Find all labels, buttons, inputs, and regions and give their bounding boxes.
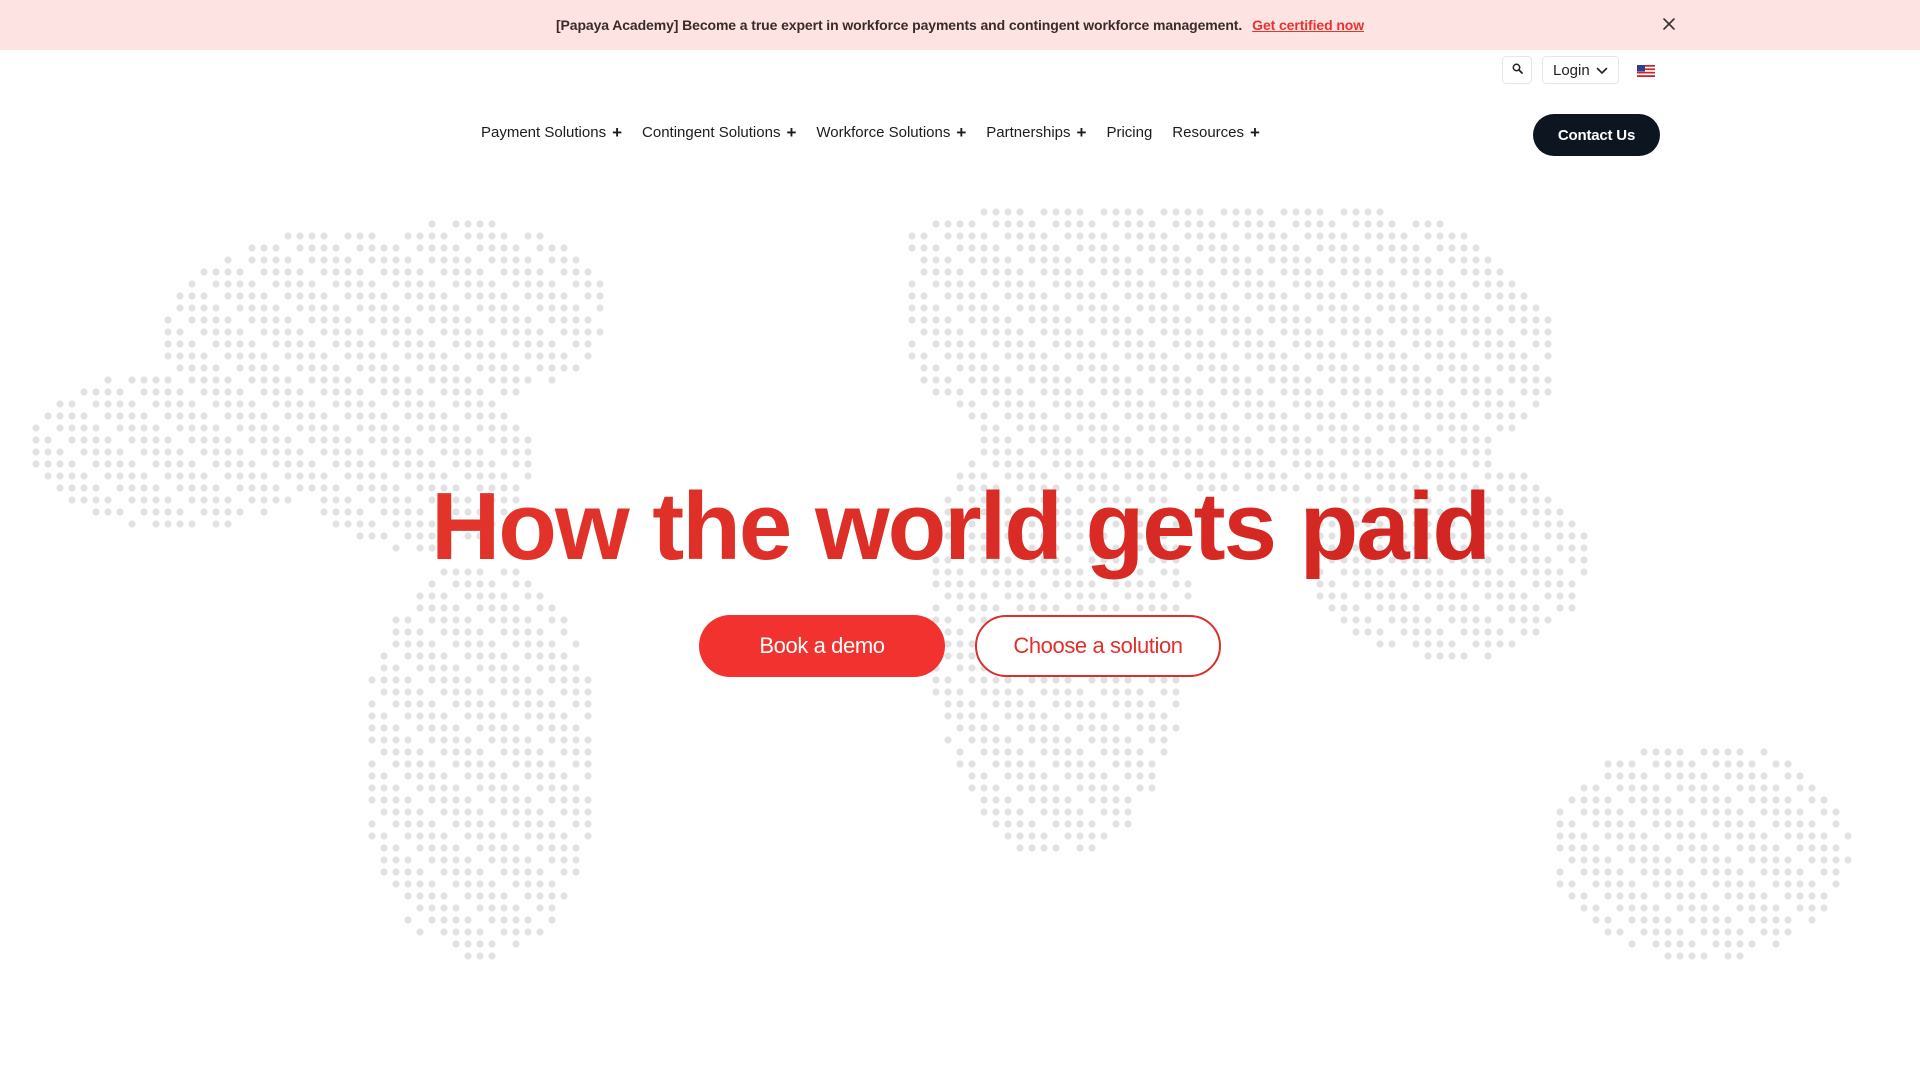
page: [Papaya Academy] Become a true expert in… bbox=[0, 0, 1920, 1080]
search-icon bbox=[1512, 61, 1523, 79]
plus-icon: + bbox=[1250, 123, 1260, 142]
nav-item-pricing[interactable]: Pricing bbox=[1106, 124, 1152, 141]
login-label: Login bbox=[1553, 61, 1590, 79]
plus-icon: + bbox=[612, 123, 623, 142]
us-flag-icon[interactable] bbox=[1636, 64, 1655, 77]
plus-icon: + bbox=[786, 123, 797, 142]
nav-item-label: Payment Solutions bbox=[481, 124, 607, 141]
nav-item-label: Contingent Solutions bbox=[642, 124, 781, 141]
nav-item-label: Workforce Solutions bbox=[816, 124, 951, 141]
login-dropdown[interactable]: Login bbox=[1542, 56, 1619, 84]
contact-us-button[interactable]: Contact Us bbox=[1533, 114, 1660, 156]
nav-item-workforce-solutions[interactable]: Workforce Solutions + bbox=[816, 124, 966, 141]
book-demo-button[interactable]: Book a demo bbox=[699, 615, 945, 677]
search-button[interactable] bbox=[1502, 56, 1532, 84]
nav-item-contingent-solutions[interactable]: Contingent Solutions + bbox=[642, 124, 796, 141]
utility-bar: Login bbox=[1502, 56, 1655, 84]
plus-icon: + bbox=[956, 123, 967, 142]
announcement-bar: [Papaya Academy] Become a true expert in… bbox=[0, 0, 1920, 50]
nav-item-label: Partnerships bbox=[986, 124, 1071, 141]
nav-item-payment-solutions[interactable]: Payment Solutions + bbox=[481, 124, 622, 141]
choose-solution-button[interactable]: Choose a solution bbox=[975, 615, 1221, 677]
hero-title: How the world gets paid bbox=[0, 472, 1920, 582]
get-certified-link[interactable]: Get certified now bbox=[1252, 17, 1364, 33]
nav-item-resources[interactable]: Resources + bbox=[1172, 124, 1260, 141]
announcement-message: [Papaya Academy] Become a true expert in… bbox=[555, 17, 1243, 33]
main-nav: Payment Solutions + Contingent Solutions… bbox=[481, 124, 1260, 141]
close-icon[interactable] bbox=[1658, 13, 1680, 35]
nav-item-label: Resources bbox=[1172, 124, 1244, 141]
chevron-down-icon bbox=[1596, 62, 1608, 79]
nav-item-label: Pricing bbox=[1106, 124, 1153, 141]
nav-item-partnerships[interactable]: Partnerships + bbox=[986, 124, 1086, 141]
world-map-background bbox=[32, 208, 1852, 960]
plus-icon: + bbox=[1076, 123, 1087, 142]
